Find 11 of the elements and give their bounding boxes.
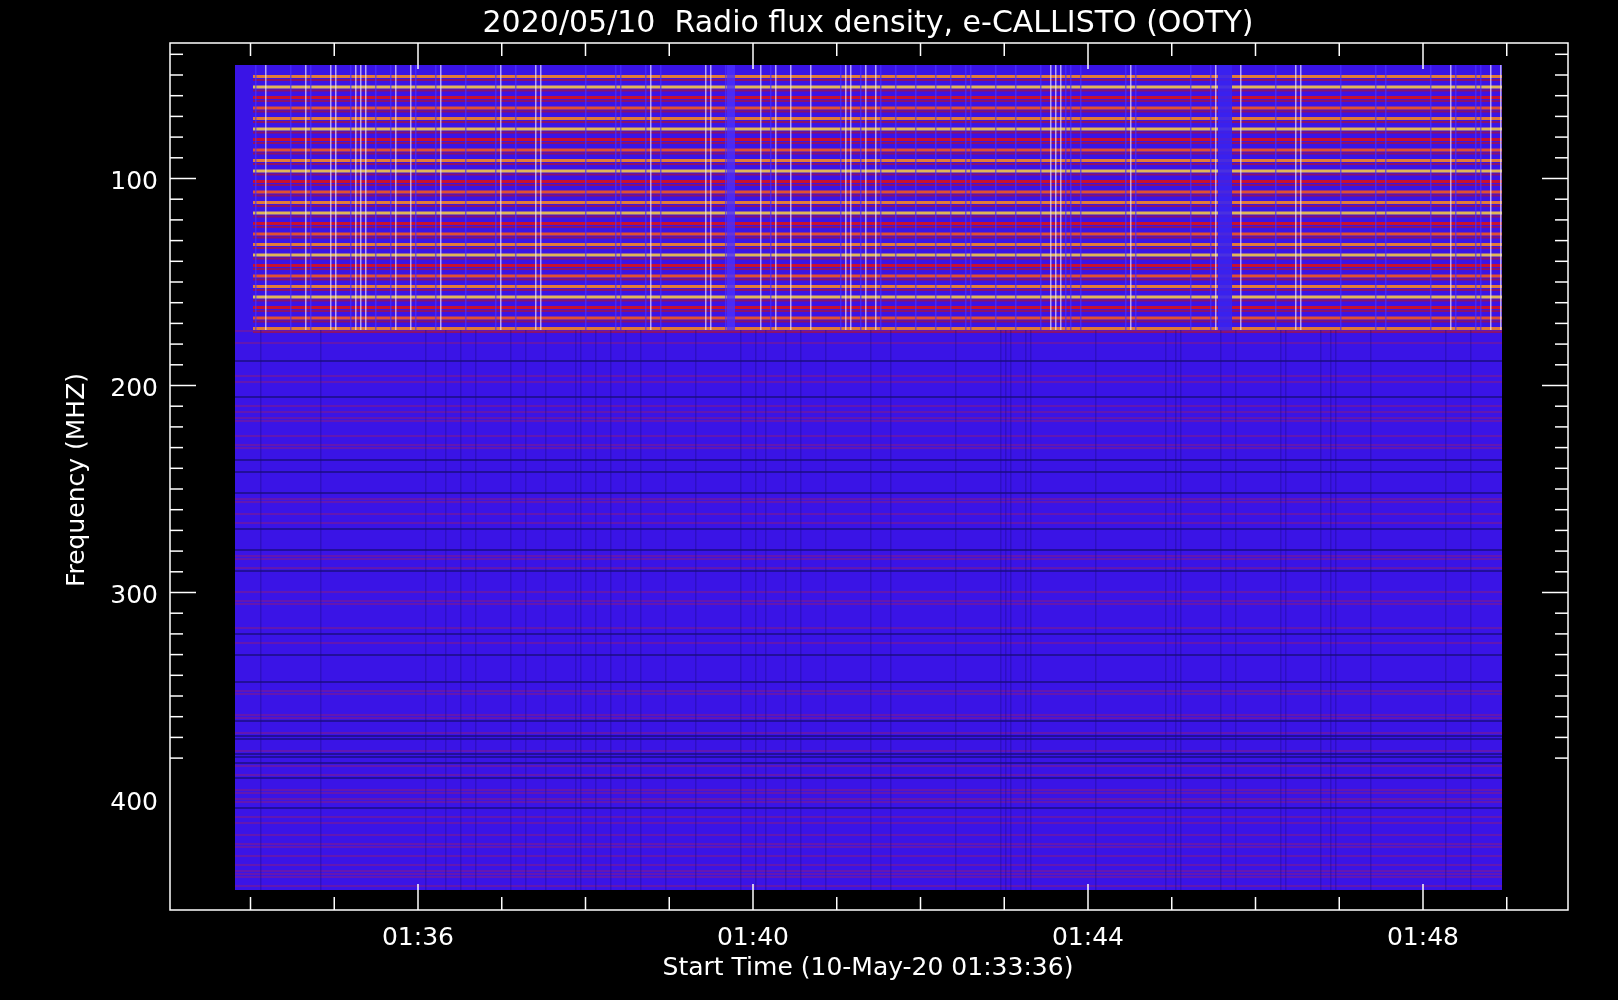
x-tick-label: 01:48 — [1387, 922, 1459, 951]
y-axis-title: Frequency (MHZ) — [61, 372, 90, 588]
chart-title: 2020/05/10 Radio flux density, e-CALLISTO (OOTY) — [482, 4, 1254, 39]
y-tick-label: 400 — [110, 786, 158, 816]
x-axis-title: Start Time (10-May-20 01:33:36) — [662, 952, 1074, 981]
x-tick-label: 01:40 — [717, 922, 789, 951]
y-tick-label: 300 — [110, 579, 158, 609]
x-tick-label: 01:44 — [1052, 922, 1124, 951]
y-tick-label: 200 — [110, 372, 158, 402]
x-tick-label: 01:36 — [382, 922, 454, 951]
y-tick-label: 100 — [110, 165, 158, 195]
